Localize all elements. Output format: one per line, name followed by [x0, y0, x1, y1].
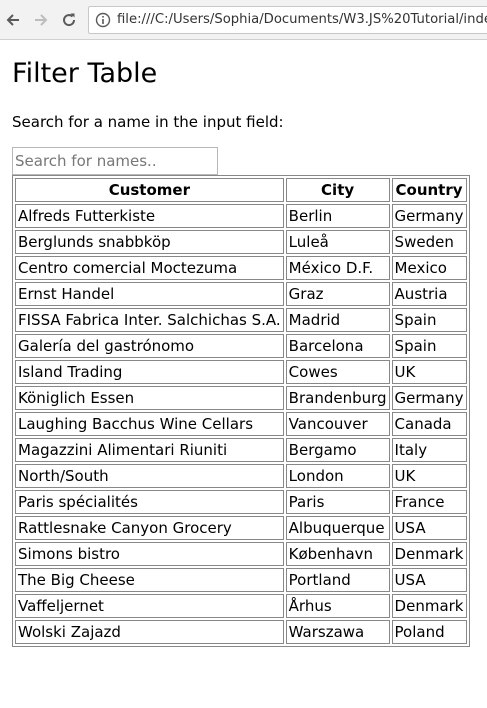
customer-cell: Centro comercial Moctezuma — [15, 256, 284, 280]
table-row: The Big Cheese Portland USA — [15, 568, 467, 592]
table-row: FISSA Fabrica Inter. Salchichas S.A. Madr… — [15, 308, 467, 332]
country-cell: USA — [391, 516, 467, 540]
city-cell: Bergamo — [285, 438, 390, 462]
url-text[interactable]: file:///C:/Users/Sophia/Documents/W3.JS%… — [117, 12, 487, 27]
table-row: Galería del gastrónomo Barcelona Spain — [15, 334, 467, 358]
forward-button[interactable] — [30, 9, 52, 31]
instructions-text: Search for a name in the input field: — [12, 113, 284, 131]
column-header-customer: Customer — [15, 178, 284, 202]
city-cell: Barcelona — [285, 334, 390, 358]
customers-table: Customer City Country Alfreds Futterkist… — [12, 175, 470, 647]
customer-cell: Laughing Bacchus Wine Cellars — [15, 412, 284, 436]
table-row: Laughing Bacchus Wine Cellars Vancouver Ca… — [15, 412, 467, 436]
table-row: Alfreds Futterkiste Berlin Germany — [15, 204, 467, 228]
city-cell: Luleå — [285, 230, 390, 254]
city-cell: Warszawa — [285, 620, 390, 644]
customer-cell: Berglunds snabbköp — [15, 230, 284, 254]
arrow-right-icon — [35, 14, 48, 26]
country-cell: Sweden — [391, 230, 467, 254]
browser-toolbar: file:///C:/Users/Sophia/Documents/W3.JS%… — [0, 0, 487, 40]
customer-cell: Königlich Essen — [15, 386, 284, 410]
country-cell: Germany — [391, 386, 467, 410]
info-icon[interactable] — [95, 12, 111, 28]
table-row: Wolski Zajazd Warszawa Poland — [15, 620, 467, 644]
column-header-city: City — [285, 178, 390, 202]
city-cell: København — [285, 542, 390, 566]
table-row: Magazzini Alimentari Riuniti Bergamo Italy — [15, 438, 467, 462]
reload-button[interactable] — [58, 9, 80, 31]
column-header-country: Country — [391, 178, 467, 202]
city-cell: Vancouver — [285, 412, 390, 436]
country-cell: Austria — [391, 282, 467, 306]
customer-cell: Simons bistro — [15, 542, 284, 566]
city-cell: Graz — [285, 282, 390, 306]
table-body: Alfreds Futterkiste Berlin Germany Berglun… — [15, 204, 467, 644]
city-cell: London — [285, 464, 390, 488]
country-cell: Italy — [391, 438, 467, 462]
customer-cell: Rattlesnake Canyon Grocery — [15, 516, 284, 540]
country-cell: Poland — [391, 620, 467, 644]
customer-cell: Wolski Zajazd — [15, 620, 284, 644]
country-cell: Mexico — [391, 256, 467, 280]
search-input[interactable] — [12, 147, 218, 175]
address-bar[interactable]: file:///C:/Users/Sophia/Documents/W3.JS%… — [88, 6, 487, 34]
table-row: Centro comercial Moctezuma México D.F. Mex… — [15, 256, 467, 280]
city-cell: Portland — [285, 568, 390, 592]
country-cell: UK — [391, 360, 467, 384]
city-cell: Paris — [285, 490, 390, 514]
customer-cell: Magazzini Alimentari Riuniti — [15, 438, 284, 462]
table-row: North/South London UK — [15, 464, 467, 488]
customer-cell: Ernst Handel — [15, 282, 284, 306]
city-cell: Brandenburg — [285, 386, 390, 410]
customer-cell: FISSA Fabrica Inter. Salchichas S.A. — [15, 308, 284, 332]
table-row: Vaffeljernet Århus Denmark — [15, 594, 467, 618]
city-cell: Madrid — [285, 308, 390, 332]
back-button[interactable] — [2, 9, 24, 31]
table-row: Simons bistro København Denmark — [15, 542, 467, 566]
country-cell: Spain — [391, 334, 467, 358]
customer-cell: Vaffeljernet — [15, 594, 284, 618]
table-row: Königlich Essen Brandenburg Germany — [15, 386, 467, 410]
city-cell: Albuquerque — [285, 516, 390, 540]
reload-icon — [63, 13, 76, 27]
customer-cell: Island Trading — [15, 360, 284, 384]
arrow-left-icon — [6, 14, 19, 26]
customer-cell: Alfreds Futterkiste — [15, 204, 284, 228]
country-cell: Germany — [391, 204, 467, 228]
city-cell: Berlin — [285, 204, 390, 228]
country-cell: Spain — [391, 308, 467, 332]
country-cell: Denmark — [391, 542, 467, 566]
country-cell: UK — [391, 464, 467, 488]
customer-cell: Galería del gastrónomo — [15, 334, 284, 358]
country-cell: Canada — [391, 412, 467, 436]
customer-cell: The Big Cheese — [15, 568, 284, 592]
customer-cell: North/South — [15, 464, 284, 488]
country-cell: USA — [391, 568, 467, 592]
table-row: Ernst Handel Graz Austria — [15, 282, 467, 306]
customer-cell: Paris spécialités — [15, 490, 284, 514]
city-cell: México D.F. — [285, 256, 390, 280]
country-cell: France — [391, 490, 467, 514]
table-header-row: Customer City Country — [15, 178, 467, 202]
city-cell: Århus — [285, 594, 390, 618]
country-cell: Denmark — [391, 594, 467, 618]
table-row: Rattlesnake Canyon Grocery Albuquerque USA — [15, 516, 467, 540]
table-row: Island Trading Cowes UK — [15, 360, 467, 384]
table-row: Berglunds snabbköp Luleå Sweden — [15, 230, 467, 254]
city-cell: Cowes — [285, 360, 390, 384]
page-title: Filter Table — [12, 58, 158, 89]
table-row: Paris spécialités Paris France — [15, 490, 467, 514]
